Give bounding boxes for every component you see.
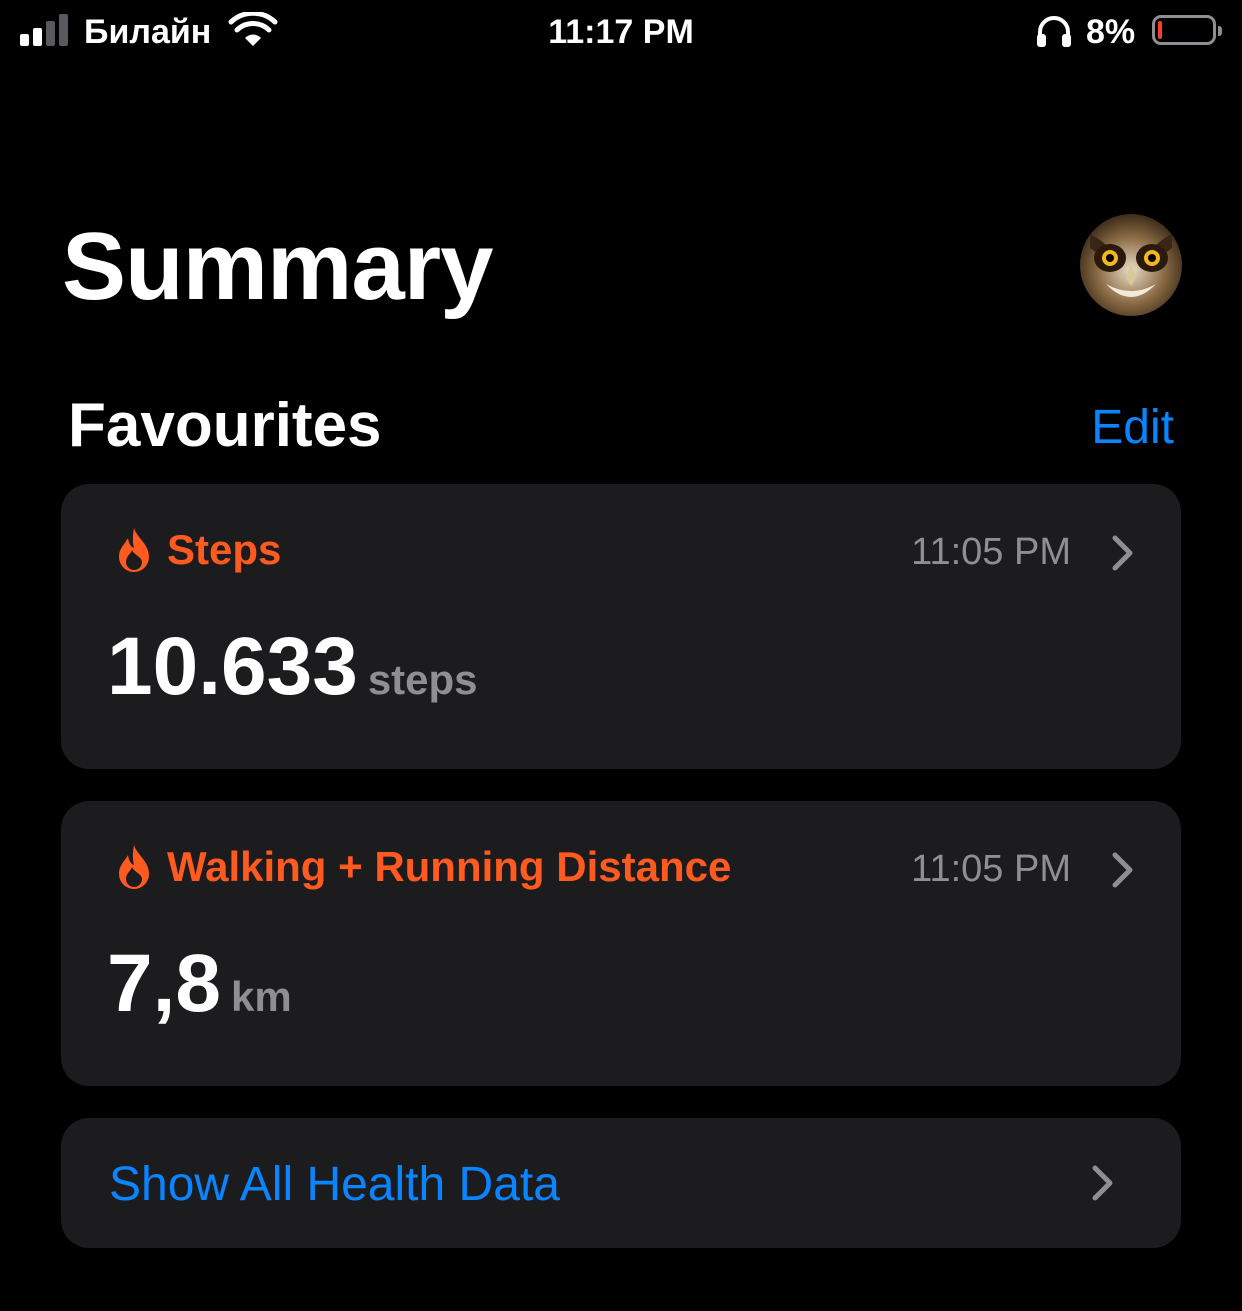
card-timestamp: 11:05 PM: [911, 848, 1071, 890]
flame-icon: [119, 845, 149, 889]
battery-level-fill: [1158, 21, 1162, 39]
card-value: 10.633: [107, 621, 358, 712]
headphones-icon: [1037, 16, 1071, 47]
owl-avatar-icon: [1080, 214, 1182, 316]
steps-card[interactable]: Steps 11:05 PM 10.633 steps: [61, 484, 1181, 769]
card-unit: steps: [367, 656, 478, 703]
favourites-heading: Favourites: [68, 391, 382, 460]
distance-card[interactable]: Walking + Running Distance 11:05 PM 7,8 k…: [61, 801, 1181, 1086]
battery-icon: [1152, 15, 1222, 45]
status-bar: Билайн 11:17 PM 8%: [0, 0, 1242, 64]
edit-button[interactable]: Edit: [1091, 398, 1174, 458]
card-title: Walking + Running Distance: [167, 843, 732, 890]
card-title: Steps: [167, 526, 282, 573]
card-unit: km: [231, 973, 292, 1020]
card-value-row: 10.633 steps: [107, 622, 478, 725]
chevron-right-icon: [1112, 535, 1133, 571]
show-all-health-data-button[interactable]: Show All Health Data: [61, 1118, 1181, 1248]
card-timestamp: 11:05 PM: [911, 531, 1071, 573]
battery-percent: 8%: [1086, 13, 1136, 51]
show-all-label: Show All Health Data: [109, 1158, 560, 1211]
card-value-row: 7,8 km: [107, 939, 292, 1042]
flame-icon: [119, 528, 149, 572]
chevron-right-icon: [1092, 1165, 1113, 1201]
card-value: 7,8: [107, 938, 221, 1029]
page-title: Summary: [62, 213, 494, 320]
profile-avatar[interactable]: [1080, 214, 1182, 316]
chevron-right-icon: [1112, 852, 1133, 888]
